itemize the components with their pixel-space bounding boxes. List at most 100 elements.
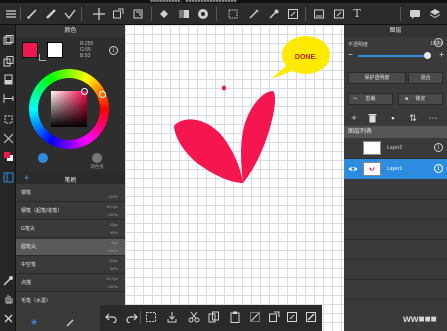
cut-icon[interactable]	[187, 311, 200, 324]
brush-settings-icon[interactable]	[66, 318, 75, 329]
chat-icon[interactable]	[408, 7, 422, 21]
rectangle-select-icon[interactable]	[226, 7, 240, 21]
copy-area-icon[interactable]	[286, 7, 300, 21]
brush-item[interactable]: G笔尖 15px 98%	[16, 221, 125, 238]
main-color-swatch[interactable]	[22, 42, 38, 58]
opacity-slider-track[interactable]	[358, 55, 430, 57]
layer-name: Layer2	[387, 145, 403, 151]
fill-icon[interactable]	[304, 311, 317, 324]
transform-icon[interactable]	[111, 7, 125, 21]
brush-item[interactable]: 钢笔 100%	[16, 185, 125, 202]
layer-name: Layer1	[387, 166, 403, 172]
merge-layer-icon[interactable]: ⇅	[408, 113, 418, 123]
text-icon[interactable]: T	[350, 7, 364, 21]
brush-item-name: 钢笔（起笔/收笔）	[21, 208, 63, 214]
transform-selection-icon[interactable]	[267, 311, 280, 324]
brush-item-size: 10.0px	[105, 204, 118, 209]
color-wheel-tab-icon	[38, 153, 48, 163]
menu-icon[interactable]	[4, 7, 18, 21]
layer-row-layer2[interactable]: Layer2 i	[344, 138, 447, 158]
lock-button[interactable]: ■ 锁定	[398, 93, 443, 105]
panel-icon[interactable]	[2, 172, 14, 184]
layer-info-icon[interactable]: i	[434, 143, 443, 152]
checkmark-icon[interactable]	[63, 7, 77, 21]
eraser-side-icon[interactable]	[2, 74, 14, 86]
layer-info-icon[interactable]: i	[434, 164, 443, 173]
fill-bucket-icon[interactable]	[157, 7, 171, 21]
action-divider	[140, 311, 141, 324]
snap-icon[interactable]	[2, 114, 14, 126]
brush-item-opacity: 98%	[109, 230, 118, 235]
layer-row-layer1[interactable]: Layer1 i	[344, 159, 447, 179]
speech-bubble-text: DONE.	[294, 54, 318, 61]
gradient-icon[interactable]	[177, 7, 191, 21]
brush-item-name: 中空笔	[21, 262, 37, 268]
color-info-icon[interactable]: i	[109, 46, 118, 55]
opacity-increase-button[interactable]: +	[439, 51, 444, 59]
sub-color-swatch[interactable]	[47, 42, 63, 58]
brush-item-opacity: 100%	[107, 194, 118, 199]
brush-tool-icon[interactable]	[25, 7, 39, 21]
lock-label: 锁定	[415, 96, 426, 102]
brush-item-name: 毛笔（水墨）	[21, 298, 52, 304]
drawing-canvas[interactable]: DONE.	[125, 25, 344, 331]
delete-layer-icon[interactable]	[367, 113, 377, 123]
opacity-decrease-button[interactable]: −	[348, 51, 353, 59]
palette-tab-label: 调色盘	[90, 164, 104, 169]
brush-item[interactable]: 中空笔 42px 96%	[16, 257, 125, 274]
add-layer-icon[interactable]: +	[349, 113, 359, 123]
select-pen-icon[interactable]	[332, 7, 346, 21]
layers-toggle-icon[interactable]	[2, 35, 14, 47]
layer-settings-icon[interactable]: ▪	[388, 113, 398, 123]
layer-thumbnail-heart	[369, 166, 375, 171]
color-swatch-icon[interactable]	[2, 151, 14, 163]
paint-drip	[222, 85, 226, 91]
undo-icon[interactable]	[104, 311, 117, 324]
hue-cursor[interactable]	[99, 91, 106, 98]
filter-icon[interactable]	[312, 7, 326, 21]
saturation-cursor[interactable]	[81, 88, 88, 95]
blend-mode-button[interactable]: 混合	[408, 72, 443, 84]
opacity-slider-handle[interactable]	[424, 52, 431, 59]
brush-item[interactable]: 钢笔（起笔/收笔） 10.0px 100%	[16, 203, 125, 220]
copy-icon[interactable]	[2, 56, 14, 68]
magic-wand-icon[interactable]	[247, 7, 261, 21]
eyedropper-side-icon[interactable]	[2, 275, 14, 287]
layer-divider	[344, 219, 447, 220]
move-icon[interactable]	[92, 7, 106, 21]
clear-icon[interactable]	[2, 313, 14, 325]
brush-item-opacity: 100%	[107, 248, 118, 253]
import-icon[interactable]	[165, 311, 178, 324]
lasso-select-icon[interactable]	[131, 7, 145, 21]
layer-more-icon[interactable]: ⋯	[428, 113, 438, 123]
saturation-value-square[interactable]	[51, 91, 87, 127]
layers-icon[interactable]	[428, 7, 442, 21]
brush-item-size: 42px	[109, 258, 118, 263]
brush-item-selected[interactable]: 圆笔尖 8px 100%	[16, 239, 125, 256]
color-wheel-icon[interactable]	[196, 7, 210, 21]
visibility-eye-icon[interactable]	[348, 164, 358, 174]
heart-right-stroke	[241, 91, 276, 183]
favorite-star-icon[interactable]: ★	[30, 317, 38, 328]
brush-item-size: 10.7px	[105, 276, 118, 281]
redo-icon[interactable]	[125, 311, 138, 324]
hand-icon[interactable]	[2, 293, 14, 305]
copy-icon[interactable]	[207, 311, 220, 324]
protect-alpha-button[interactable]: 保护透明度	[348, 72, 406, 84]
tab-color-wheel[interactable]	[16, 152, 70, 172]
layer-panel-title: 图层	[344, 25, 447, 37]
eyedropper-icon[interactable]	[267, 7, 281, 21]
ruler-icon[interactable]	[2, 93, 14, 105]
paste-icon[interactable]	[228, 311, 241, 324]
brush-item[interactable]: 点描 10.7px 100%	[16, 275, 125, 292]
tab-palette[interactable]: 调色盘	[70, 152, 124, 172]
clipping-button[interactable]: ↪ 剪裁	[348, 93, 393, 105]
eraser-icon[interactable]	[44, 7, 58, 21]
crop-icon[interactable]	[2, 133, 14, 145]
select-all-icon[interactable]	[144, 311, 157, 324]
toolbar-divider	[81, 7, 82, 21]
color-wheel[interactable]	[29, 69, 109, 149]
toolbar-divider	[216, 7, 217, 21]
clear-selection-icon[interactable]	[248, 311, 261, 324]
edit-icon[interactable]	[285, 311, 298, 324]
